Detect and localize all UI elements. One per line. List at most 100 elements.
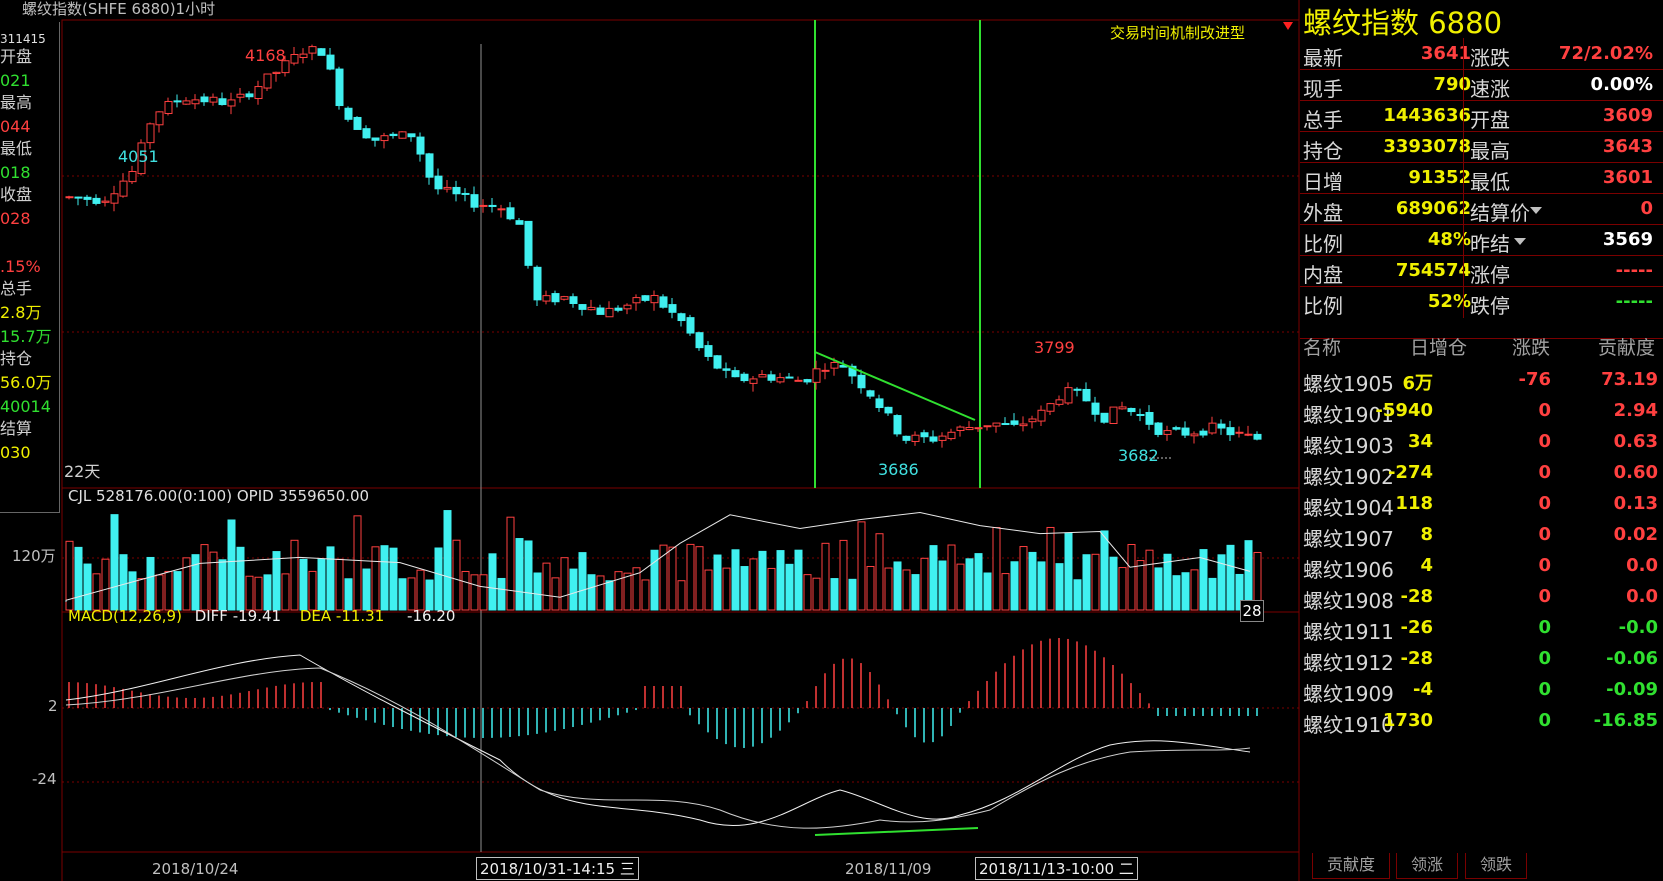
quote-value: 689062 xyxy=(1395,198,1471,219)
quote-value-2: 3609 xyxy=(1602,105,1653,126)
left-info-panel: 311415 开盘 021 最高 044 最低 018 收盘 028.15% 总手 2.8万 15.7… xyxy=(0,22,60,513)
volume-bar xyxy=(983,572,992,611)
candle-body xyxy=(524,220,533,266)
quote-label: 日增 xyxy=(1303,170,1343,194)
th-name[interactable]: 名称 xyxy=(1303,333,1341,360)
volume-bar xyxy=(524,540,533,611)
contrib-row[interactable]: 螺纹1906 4 0 0.0 xyxy=(1300,550,1663,582)
x-label-2: 2018/11/09 xyxy=(845,860,932,878)
volume-bar xyxy=(1073,579,1082,611)
dropdown-arrow-icon[interactable] xyxy=(1514,238,1526,245)
candle-body xyxy=(740,373,749,382)
volume-bar xyxy=(1082,554,1091,611)
quote-label-2: 涨停 xyxy=(1470,263,1510,287)
contrib-row[interactable]: 螺纹1904 118 0 0.13 xyxy=(1300,488,1663,520)
left-panel-line: .15% xyxy=(0,257,41,276)
candle-body xyxy=(236,93,245,98)
candle-body xyxy=(1226,427,1235,436)
volume-bar xyxy=(803,574,812,611)
volume-bar xyxy=(596,575,605,611)
left-panel-line: 40014 xyxy=(0,397,51,416)
instrument-title: 螺纹指数 6880 xyxy=(1303,6,1503,40)
candle-body xyxy=(371,137,380,141)
contrib-row[interactable]: 螺纹1902 -274 0 0.60 xyxy=(1300,457,1663,489)
quote-row: 现手 790 速涨 0.00% xyxy=(1300,69,1663,101)
tab-contrib[interactable]: 贡献度 xyxy=(1312,853,1391,879)
quote-label: 外盘 xyxy=(1303,201,1343,225)
contrib-row[interactable]: 螺纹1905 6万 -76 73.19 xyxy=(1300,364,1663,396)
th-change[interactable]: 涨跌 xyxy=(1512,333,1550,360)
left-panel-line: 044 xyxy=(0,117,31,136)
volume-bar xyxy=(218,559,227,611)
volume-bar xyxy=(353,515,362,611)
candle-body xyxy=(1109,406,1118,424)
candle-body xyxy=(623,304,632,310)
quote-value-2: 3643 xyxy=(1602,136,1653,157)
contrib-value: 0.60 xyxy=(1613,462,1658,483)
candle-body xyxy=(344,107,353,120)
contrib-row[interactable]: 螺纹1910 1730 0 -16.85 xyxy=(1300,705,1663,737)
contrib-row[interactable]: 螺纹1901 -5940 0 2.94 xyxy=(1300,395,1663,427)
candle-body xyxy=(209,96,218,103)
quote-value: 3393078 xyxy=(1383,136,1471,157)
volume-bar xyxy=(668,546,677,611)
tab-top-gainers[interactable]: 领涨 xyxy=(1396,853,1459,879)
th-contrib[interactable]: 贡献度 xyxy=(1598,333,1655,360)
candle-body xyxy=(74,196,83,199)
contrib-row[interactable]: 螺纹1907 8 0 0.02 xyxy=(1300,519,1663,551)
candle-body xyxy=(1253,433,1262,440)
contrib-row[interactable]: 螺纹1911 -26 0 -0.0 xyxy=(1300,612,1663,644)
candle-body xyxy=(1208,422,1217,434)
volume-bar xyxy=(821,542,830,611)
candle-body xyxy=(308,46,317,54)
quote-label-2: 最低 xyxy=(1470,170,1510,194)
volume-bar xyxy=(758,550,767,611)
contrib-name: 螺纹1908 xyxy=(1303,589,1394,613)
quote-label-2: 最高 xyxy=(1470,139,1510,163)
candle-body xyxy=(1145,411,1154,425)
quote-row: 持仓 3393078 最高 3643 xyxy=(1300,131,1663,163)
candle-body xyxy=(749,378,758,384)
contrib-row[interactable]: 螺纹1903 34 0 0.63 xyxy=(1300,426,1663,458)
th-oi[interactable]: 日增仓 xyxy=(1410,333,1467,360)
contrib-name: 螺纹1911 xyxy=(1303,620,1394,644)
candle-body xyxy=(65,196,74,199)
volume-bar xyxy=(200,544,209,611)
x-label-cursor-2: 2018/11/13-10:00 二 xyxy=(975,857,1138,880)
quote-label: 比例 xyxy=(1303,232,1343,256)
kline-chart[interactable] xyxy=(0,0,1300,881)
contrib-value: 2.94 xyxy=(1613,400,1658,421)
contrib-oi: -5940 xyxy=(1375,400,1433,421)
volume-bar xyxy=(416,569,425,611)
candle-body xyxy=(605,307,614,318)
quote-value-2: 3569 xyxy=(1602,229,1653,250)
candle-body xyxy=(857,374,866,389)
tab-top-losers[interactable]: 领跌 xyxy=(1465,853,1528,879)
contrib-oi: 8 xyxy=(1420,524,1433,545)
quote-panel: 螺纹指数 6880 最新 3641 涨跌 72/2.02% 现手 790 速涨 0.00% 总手… xyxy=(1300,0,1663,881)
candle-body xyxy=(1190,433,1199,437)
volume-bar xyxy=(1001,573,1010,611)
candle-body xyxy=(425,153,434,178)
candle-body xyxy=(353,116,362,130)
volume-bar xyxy=(362,568,371,611)
quote-value-2: ----- xyxy=(1615,260,1653,281)
contrib-row[interactable]: 螺纹1908 -28 0 0.0 xyxy=(1300,581,1663,613)
quote-row: 总手 1443636 开盘 3609 xyxy=(1300,100,1663,132)
volume-bar xyxy=(1181,572,1190,611)
bottom-tabs: 贡献度 领涨 领跌 xyxy=(1300,853,1663,881)
contrib-row[interactable]: 螺纹1909 -4 0 -0.09 xyxy=(1300,674,1663,706)
volume-bar xyxy=(695,546,704,611)
volume-bar xyxy=(1172,575,1181,611)
volume-bar xyxy=(785,563,794,611)
dropdown-arrow-icon[interactable] xyxy=(1530,207,1542,214)
volume-bar xyxy=(713,554,722,611)
candle-body xyxy=(515,220,524,225)
candle-body xyxy=(947,431,956,440)
contrib-oi: -4 xyxy=(1413,679,1433,700)
volume-bar xyxy=(551,577,560,611)
candle-body xyxy=(1217,423,1226,429)
contrib-row[interactable]: 螺纹1912 -28 0 -0.06 xyxy=(1300,643,1663,675)
trading-notice[interactable]: 交易时间机制改进型 xyxy=(1110,22,1245,43)
candle-body xyxy=(1091,402,1100,415)
